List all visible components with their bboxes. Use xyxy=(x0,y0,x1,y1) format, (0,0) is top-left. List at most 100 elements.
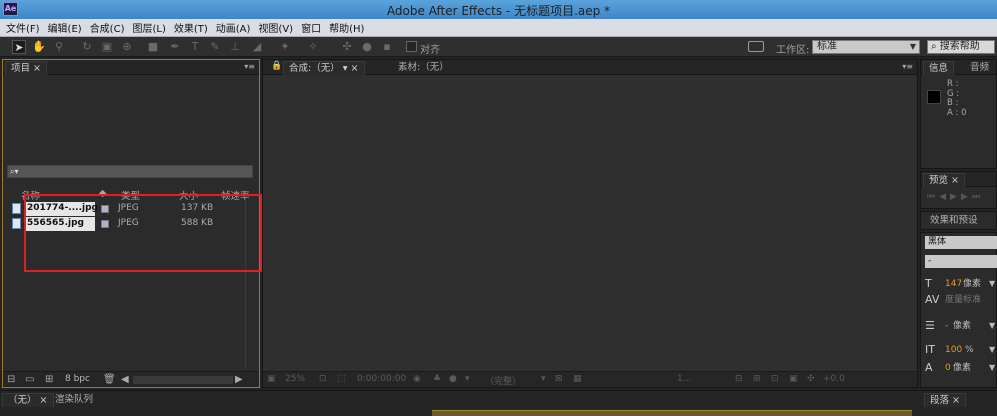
always-preview-icon[interactable]: ▣ xyxy=(267,374,276,384)
tab-effects-presets[interactable]: 效果和预设 xyxy=(925,214,983,228)
roto-brush-tool-icon[interactable]: ✦ xyxy=(278,40,292,54)
font-size-value[interactable]: 147 xyxy=(945,277,962,291)
channel-dropdown-icon[interactable]: ▾ xyxy=(465,374,470,384)
horizontal-scrollbar[interactable] xyxy=(133,376,233,384)
font-size-row: T 147 像素 ▼ xyxy=(925,277,997,291)
tab-audio[interactable]: 音频 xyxy=(965,61,994,75)
show-snapshot-icon[interactable]: ♣ xyxy=(433,374,441,384)
workspace-select[interactable]: 标准 ▼ xyxy=(812,40,920,54)
timecode-display[interactable]: 0:00:00:00 xyxy=(357,374,406,384)
stroke-width-value[interactable]: - xyxy=(945,319,948,333)
scroll-left-icon[interactable]: ◀ xyxy=(121,374,129,385)
close-icon[interactable]: × xyxy=(33,63,41,74)
view-layout-select[interactable]: 1... xyxy=(677,374,691,384)
exposure-reset-icon[interactable]: ✣ xyxy=(807,374,815,384)
vertical-scale-icon: IT xyxy=(925,343,935,356)
rotate-tool-icon[interactable]: ↻ xyxy=(80,40,94,54)
hand-tool-icon[interactable]: ✋ xyxy=(32,40,46,54)
pan-behind-tool-icon[interactable]: ⊕ xyxy=(120,40,134,54)
eraser-tool-icon[interactable]: ◢ xyxy=(250,40,264,54)
close-icon[interactable]: × xyxy=(40,395,48,406)
vertical-scale-value[interactable]: 100 xyxy=(945,343,962,357)
search-help-label: 搜索帮助 xyxy=(939,41,980,52)
trash-icon[interactable]: 🗑 xyxy=(103,374,116,385)
font-family-select[interactable]: 黑体 xyxy=(925,236,997,249)
flowchart-icon[interactable]: ▣ xyxy=(789,374,798,384)
menu-composition[interactable]: 合成(C) xyxy=(88,20,131,35)
camera-tool-icon[interactable]: ▣ xyxy=(100,40,114,54)
brush-tool-icon[interactable]: ✎ xyxy=(208,40,222,54)
project-search-input[interactable]: ⌕▾ xyxy=(7,165,253,178)
selection-tool-icon[interactable]: ➤ xyxy=(12,40,26,54)
chevron-down-icon[interactable]: ▼ xyxy=(989,343,995,357)
search-help-input[interactable]: ⌕ 搜索帮助 xyxy=(927,40,995,54)
playback-controls[interactable]: ⏮◀▶▶⏭ xyxy=(927,192,984,202)
font-size-icon: T xyxy=(925,277,932,290)
tracking-row: AV 度量标准 xyxy=(925,293,997,307)
dropdown-icon[interactable]: ▾ xyxy=(343,63,348,74)
chevron-down-icon[interactable]: ▼ xyxy=(989,319,995,333)
zoom-tool-icon[interactable]: ⚲ xyxy=(52,40,66,54)
font-style-select[interactable]: - xyxy=(925,255,997,268)
tab-info[interactable]: 信息 xyxy=(923,61,955,75)
align-checkbox[interactable] xyxy=(406,41,417,52)
menu-animation[interactable]: 动画(A) xyxy=(214,20,257,35)
new-folder-icon[interactable]: ▭ xyxy=(25,374,34,385)
grid-icon[interactable]: ▦ xyxy=(573,374,582,384)
tab-paragraph-label: 段落 xyxy=(930,395,950,406)
timeline-icon[interactable]: ⊞ xyxy=(753,374,761,384)
puppet-tool-icon[interactable]: ✧ xyxy=(306,40,320,54)
zoom-select[interactable]: 25% xyxy=(285,374,305,384)
new-composition-icon[interactable]: ⊞ xyxy=(45,374,53,385)
workspace-value: 标准 xyxy=(817,41,837,52)
close-icon[interactable]: × xyxy=(952,395,960,406)
interpret-footage-icon[interactable]: ⊟ xyxy=(7,374,15,385)
text-tool-icon[interactable]: T xyxy=(188,40,202,54)
tab-timeline-none[interactable]: （无） × xyxy=(2,393,54,407)
tab-project[interactable]: 项目 × xyxy=(5,61,48,75)
menu-view[interactable]: 视图(V) xyxy=(256,20,299,35)
lock-icon[interactable]: 🔒 xyxy=(271,61,282,71)
tab-paragraph[interactable]: 段落 × xyxy=(924,393,967,407)
menu-window[interactable]: 窗口 xyxy=(299,20,327,35)
region-of-interest-icon[interactable]: ▾ xyxy=(541,374,546,384)
work-area-bar[interactable] xyxy=(432,410,912,416)
panel-menu-icon[interactable]: ▾≡ xyxy=(244,62,255,71)
clone-stamp-tool-icon[interactable]: ⊥ xyxy=(228,40,242,54)
fast-previews-icon[interactable]: ⊟ xyxy=(735,374,743,384)
menu-layer[interactable]: 图层(L) xyxy=(130,20,171,35)
tab-render-queue[interactable]: 渲染队列 xyxy=(50,393,98,407)
view-axis-icon[interactable]: ▪ xyxy=(380,40,394,54)
toggle-transparency-icon[interactable]: ⊠ xyxy=(555,374,563,384)
exposure-value[interactable]: +0.0 xyxy=(823,374,845,384)
baseline-shift-value[interactable]: 0 xyxy=(945,361,951,375)
panel-menu-icon[interactable]: ▾≡ xyxy=(902,62,913,71)
kerning-value[interactable]: 度量标准 xyxy=(945,293,981,307)
window-title: Adobe After Effects - 无标题项目.aep * xyxy=(386,4,611,18)
chevron-down-icon[interactable]: ▼ xyxy=(989,361,995,375)
menu-help[interactable]: 帮助(H) xyxy=(327,20,370,35)
bit-depth-button[interactable]: 8 bpc xyxy=(65,374,90,384)
comp-flowchart-icon[interactable]: ⊡ xyxy=(771,374,779,384)
menu-effect[interactable]: 效果(T) xyxy=(172,20,214,35)
scroll-right-icon[interactable]: ▶ xyxy=(235,374,243,385)
rgba-readout: R : G : B : A : 0 xyxy=(947,79,967,118)
safe-margins-icon[interactable]: ⊡ xyxy=(319,374,327,384)
axis-mode-icon[interactable]: ✣ xyxy=(340,40,354,54)
chevron-down-icon[interactable]: ▼ xyxy=(989,277,995,291)
menu-edit[interactable]: 编辑(E) xyxy=(46,20,88,35)
resolution-select[interactable]: （完整） xyxy=(485,374,521,387)
close-icon[interactable]: × xyxy=(351,63,359,74)
tab-composition[interactable]: 合成:（无） ▾ × xyxy=(283,61,365,75)
tab-footage[interactable]: 素材:（无） xyxy=(393,61,454,75)
tab-preview[interactable]: 预览 × xyxy=(923,173,966,187)
mask-visibility-icon[interactable]: ⬚ xyxy=(337,374,346,384)
close-icon[interactable]: × xyxy=(951,175,959,186)
channel-icon[interactable]: ● xyxy=(449,374,457,384)
rectangle-tool-icon[interactable]: ■ xyxy=(146,40,160,54)
menu-file[interactable]: 文件(F) xyxy=(4,20,46,35)
pen-tool-icon[interactable]: ✒ xyxy=(168,40,182,54)
snapshot-icon[interactable]: ◉ xyxy=(413,374,421,384)
world-axis-icon[interactable]: ● xyxy=(360,40,374,54)
align-label: 对齐 xyxy=(420,45,440,56)
